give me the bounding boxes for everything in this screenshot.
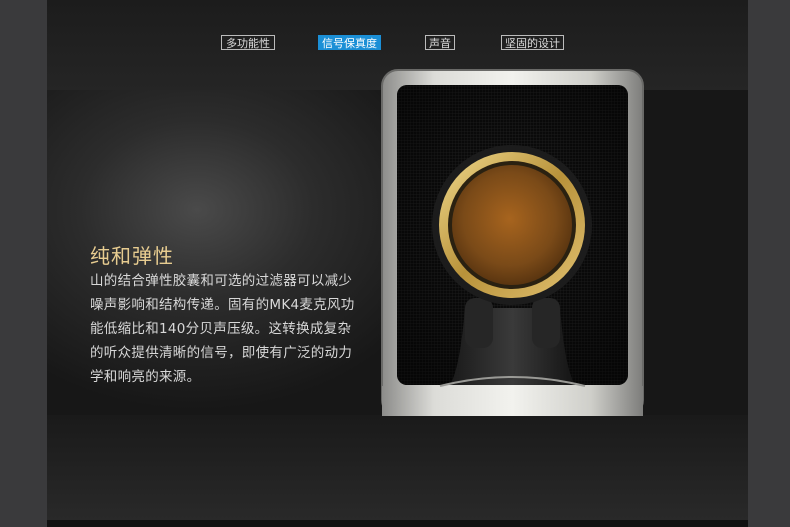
feature-description: 山的结合弹性胶囊和可选的过滤器可以减少 噪声影响和结构传递。固有的MK4麦克风功… (90, 269, 362, 389)
description-line: 的听众提供清晰的信号，即使有广泛的动力 (90, 345, 353, 361)
description-line: 噪声影响和结构传递。固有的MK4麦克风功 (90, 297, 355, 313)
tab-signal-fidelity[interactable]: 信号保真度 (318, 35, 381, 50)
tab-sound[interactable]: 声音 (425, 35, 455, 50)
description-line: 能低缩比和140分贝声压级。这转换成复杂 (90, 321, 352, 337)
microphone-image (381, 69, 644, 416)
tab-rugged-design[interactable]: 坚固的设计 (501, 35, 564, 50)
lower-panel (47, 415, 748, 527)
bottom-divider (47, 520, 748, 527)
description-line: 学和响亮的来源。 (90, 369, 201, 385)
tab-versatility[interactable]: 多功能性 (221, 35, 275, 50)
feature-tabs: 多功能性 信号保真度 声音 坚固的设计 (0, 35, 790, 53)
feature-title: 纯和弹性 (90, 244, 174, 268)
description-line: 山的结合弹性胶囊和可选的过滤器可以减少 (90, 273, 353, 289)
